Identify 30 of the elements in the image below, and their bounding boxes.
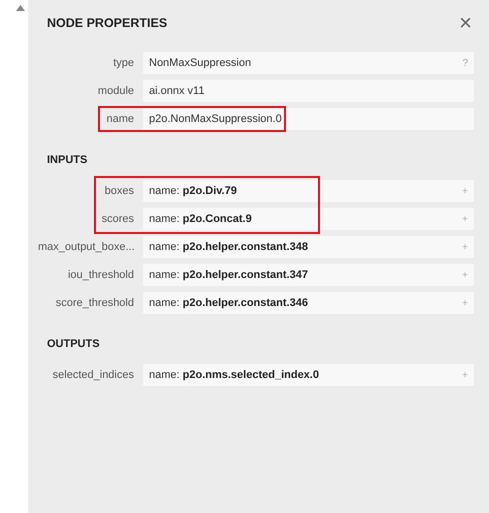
argument-value: name: p2o.Concat.9 + (143, 208, 474, 230)
section-heading: OUTPUTS (46, 337, 101, 352)
argument-label: max_output_boxe... (38, 241, 134, 253)
help-icon[interactable]: ? (462, 58, 468, 68)
argument-value: name: p2o.helper.constant.347 + (143, 264, 474, 286)
scroll-up-icon[interactable] (16, 5, 25, 11)
property-label: name (105, 113, 134, 125)
expand-icon[interactable]: + (462, 186, 468, 196)
section-heading: INPUTS (46, 153, 88, 168)
expand-icon[interactable]: + (462, 270, 468, 280)
argument-value: name: p2o.Div.79 + (143, 180, 474, 202)
property-value: p2o.NonMaxSuppression.0 (143, 108, 474, 130)
close-button[interactable]: × (459, 14, 472, 32)
property-value: ai.onnx v11 (143, 80, 474, 102)
expand-icon[interactable]: + (462, 242, 468, 252)
argument-label: score_threshold (54, 297, 134, 309)
expand-icon[interactable]: + (462, 370, 468, 380)
expand-icon[interactable]: + (462, 298, 468, 308)
argument-label: scores (100, 213, 134, 225)
expand-icon[interactable]: + (462, 214, 468, 224)
argument-value: name: p2o.helper.constant.346 + (143, 292, 474, 314)
argument-value: name: p2o.helper.constant.348 + (143, 236, 474, 258)
panel-title: NODE PROPERTIES (47, 16, 168, 30)
property-label: type (112, 57, 134, 69)
argument-label: iou_threshold (66, 269, 134, 281)
argument-label: selected_indices (52, 369, 134, 381)
argument-value: name: p2o.nms.selected_index.0 + (143, 364, 474, 386)
argument-label: boxes (104, 185, 134, 197)
property-label: module (96, 85, 134, 97)
property-value: NonMaxSuppression ? (143, 52, 474, 74)
